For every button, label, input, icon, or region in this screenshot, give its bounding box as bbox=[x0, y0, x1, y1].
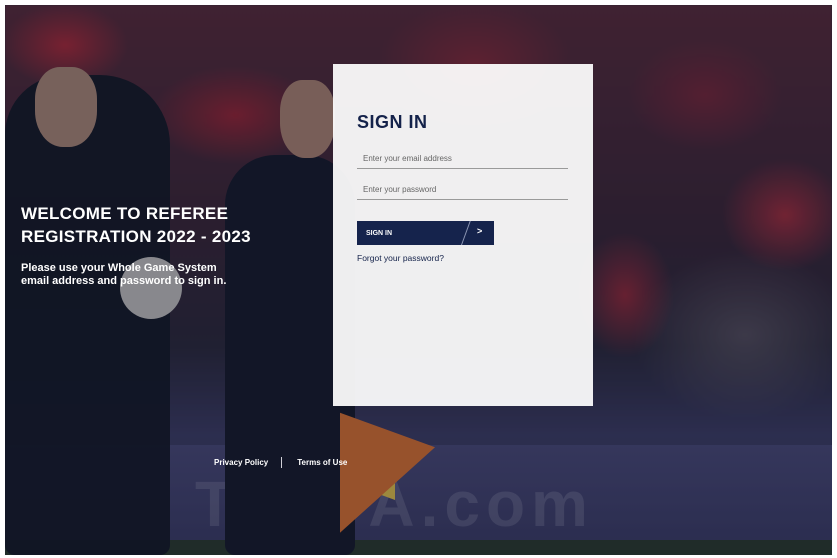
welcome-heading-line1: WELCOME TO REFEREE bbox=[21, 204, 229, 223]
welcome-subtext-line1: Please use your Whole Game System bbox=[21, 262, 217, 274]
privacy-policy-link[interactable]: Privacy Policy bbox=[214, 458, 268, 467]
welcome-subtext-line2: email address and password to sign in. bbox=[21, 275, 227, 287]
signin-button[interactable]: SIGN IN > bbox=[357, 221, 494, 245]
signin-title: SIGN IN bbox=[357, 112, 428, 132]
welcome-heading: WELCOME TO REFEREE REGISTRATION 2022 - 2… bbox=[21, 202, 321, 248]
welcome-subtext: Please use your Whole Game System email … bbox=[21, 262, 321, 288]
signin-card: SIGN IN SIGN IN > Forgot your password? bbox=[333, 64, 593, 406]
welcome-block: WELCOME TO REFEREE REGISTRATION 2022 - 2… bbox=[21, 202, 321, 288]
signin-button-label: SIGN IN bbox=[366, 229, 393, 237]
footer-divider bbox=[281, 457, 283, 468]
terms-of-use-link[interactable]: Terms of Use bbox=[297, 458, 347, 467]
chevron-right-icon: > bbox=[477, 226, 483, 236]
forgot-password-link[interactable]: Forgot your password? bbox=[357, 253, 444, 263]
password-field[interactable] bbox=[357, 180, 568, 200]
footer-links: Privacy Policy Terms of Use bbox=[214, 457, 347, 468]
welcome-heading-line2: REGISTRATION 2022 - 2023 bbox=[21, 227, 251, 246]
email-field[interactable] bbox=[357, 149, 568, 169]
